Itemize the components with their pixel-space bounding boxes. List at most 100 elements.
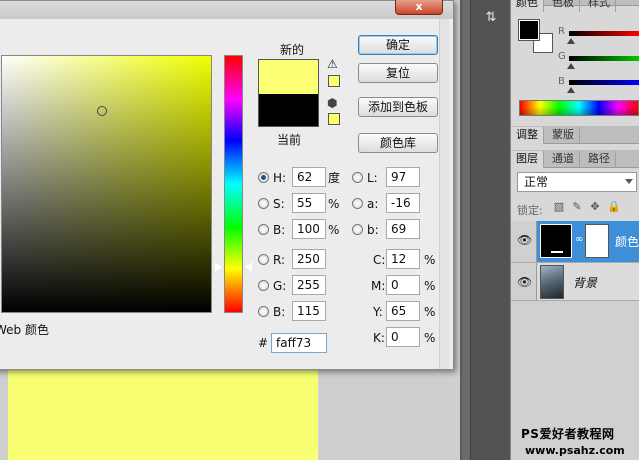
cyan-field[interactable]: 12: [386, 249, 420, 269]
saturation-unit: %: [328, 197, 340, 211]
black-field[interactable]: 0: [386, 327, 420, 347]
color-picker-dialog: x 新的 当前 ⚠ ⬢ 确定 复位 添加到色板 颜色库 H: 62 度 S: 5…: [0, 0, 454, 370]
hex-field[interactable]: faff73: [271, 333, 327, 353]
tab-masks[interactable]: 蒙版: [547, 127, 580, 144]
current-color-swatch[interactable]: [258, 94, 319, 127]
lightness-field[interactable]: 97: [386, 167, 420, 187]
color-panel-tabs: 颜色 色板 样式: [511, 0, 639, 12]
tab-adjustments[interactable]: 调整: [511, 127, 544, 144]
blue-radio[interactable]: [258, 306, 269, 317]
yellow-field[interactable]: 65: [386, 301, 420, 321]
color-field-marker[interactable]: [97, 106, 107, 116]
foreground-color-swatch[interactable]: [518, 19, 540, 41]
red-radio[interactable]: [258, 254, 269, 265]
add-to-swatches-button[interactable]: 添加到色板: [358, 97, 438, 117]
lock-image-icon[interactable]: ✎: [571, 201, 583, 213]
magenta-label: M:: [371, 279, 386, 293]
adjustments-panel-tabs: 调整 蒙版: [511, 126, 639, 144]
eye-icon[interactable]: 👁: [517, 275, 532, 289]
channel-b-label: B: [558, 76, 565, 87]
watermark-url: www.psahz.com: [525, 444, 625, 457]
lock-position-icon[interactable]: ✥: [589, 201, 601, 213]
web-colors-checkbox-label[interactable]: Web 颜色: [0, 321, 49, 338]
a-channel-label: a:: [367, 197, 379, 211]
tab-layers[interactable]: 图层: [511, 151, 544, 168]
blue-channel-slider[interactable]: [569, 80, 639, 85]
layer-row-background[interactable]: 👁 背景: [511, 263, 639, 301]
green-radio[interactable]: [258, 280, 269, 291]
a-channel-field[interactable]: -16: [386, 193, 420, 213]
blend-mode-select[interactable]: 正常: [517, 172, 637, 192]
magenta-field[interactable]: 0: [386, 275, 420, 295]
red-slider-thumb[interactable]: [567, 38, 575, 44]
tab-color[interactable]: 颜色: [511, 0, 544, 12]
layer-name[interactable]: 颜色: [615, 233, 639, 250]
tab-swatches[interactable]: 色板: [547, 0, 580, 12]
red-channel-slider[interactable]: [569, 31, 639, 36]
new-color-swatch: [258, 59, 319, 94]
lock-all-icon[interactable]: 🔒: [607, 201, 621, 213]
red-field[interactable]: 250: [292, 249, 326, 269]
hue-slider-left-arrow[interactable]: [215, 262, 222, 272]
tab-channels[interactable]: 通道: [547, 151, 580, 168]
b-channel-field[interactable]: 69: [386, 219, 420, 239]
current-color-label: 当前: [276, 133, 301, 147]
hue-unit: 度: [328, 171, 341, 185]
tab-paths[interactable]: 路径: [583, 151, 616, 168]
hue-slider-right-arrow[interactable]: [245, 262, 252, 272]
lightness-radio[interactable]: [352, 172, 363, 183]
color-spectrum-bar[interactable]: [519, 100, 639, 116]
close-button[interactable]: x: [395, 0, 443, 15]
tab-styles[interactable]: 样式: [583, 0, 616, 12]
eye-icon[interactable]: 👁: [517, 233, 532, 247]
scrollbar[interactable]: [439, 19, 449, 369]
b-channel-label: b:: [367, 223, 379, 237]
reset-button[interactable]: 复位: [358, 63, 438, 83]
new-color-label: 新的: [279, 43, 304, 57]
hue-slider[interactable]: [224, 55, 243, 313]
ok-button[interactable]: 确定: [358, 35, 438, 55]
channel-r-label: R: [558, 26, 565, 37]
hue-field[interactable]: 62: [292, 167, 326, 187]
fill-layer-thumbnail[interactable]: [540, 224, 572, 258]
cyan-label: C:: [373, 253, 386, 267]
green-slider-thumb[interactable]: [567, 63, 575, 69]
a-channel-radio[interactable]: [352, 198, 363, 209]
saturation-label: S:: [273, 197, 285, 211]
green-field[interactable]: 255: [292, 275, 326, 295]
gamut-warning-swatch[interactable]: [328, 75, 340, 87]
hex-label: #: [258, 336, 269, 350]
magenta-unit: %: [424, 279, 436, 293]
saturation-field[interactable]: 55: [292, 193, 326, 213]
layer-row-color-fill[interactable]: 👁 ∞ 颜色: [511, 221, 639, 263]
blue-field[interactable]: 115: [292, 301, 326, 321]
tool-strip-handle[interactable]: [462, 0, 470, 460]
visibility-column: 👁: [511, 263, 537, 300]
saturation-radio[interactable]: [258, 198, 269, 209]
brightness-unit: %: [328, 223, 340, 237]
layer-mask-thumbnail[interactable]: [585, 224, 609, 258]
saturation-brightness-field[interactable]: [1, 55, 212, 313]
lock-label: 锁定:: [517, 204, 543, 217]
lock-transparency-icon[interactable]: ▨: [553, 201, 565, 213]
channel-g-label: G: [558, 51, 566, 62]
color-libraries-button[interactable]: 颜色库: [358, 133, 438, 153]
brightness-radio[interactable]: [258, 224, 269, 235]
yellow-unit: %: [424, 305, 436, 319]
brightness-field[interactable]: 100: [292, 219, 326, 239]
gamut-warning-icon[interactable]: ⚠: [327, 58, 341, 70]
web-safe-cube-icon[interactable]: ⬢: [327, 97, 341, 109]
hue-radio[interactable]: [258, 172, 269, 183]
web-safe-swatch[interactable]: [328, 113, 340, 125]
link-icon[interactable]: ∞: [575, 233, 583, 247]
cyan-unit: %: [424, 253, 436, 267]
green-channel-slider[interactable]: [569, 56, 639, 61]
history-brush-icon[interactable]: ⇅: [483, 10, 499, 26]
background-layer-thumbnail[interactable]: [540, 265, 564, 299]
b-channel-radio[interactable]: [352, 224, 363, 235]
watermark-title: PS爱好者教程网: [521, 427, 615, 441]
green-label: G:: [273, 279, 287, 293]
dialog-titlebar[interactable]: [0, 1, 453, 19]
blue-slider-thumb[interactable]: [567, 87, 575, 93]
layer-name[interactable]: 背景: [573, 274, 597, 291]
